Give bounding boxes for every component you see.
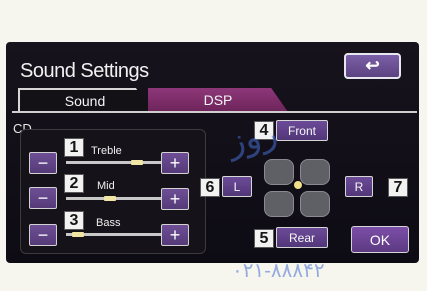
bass-plus-button[interactable]: +	[161, 224, 189, 246]
seat-rear-left	[264, 191, 294, 217]
treble-minus-button[interactable]: −	[29, 152, 57, 174]
rear-button[interactable]: Rear	[276, 227, 328, 248]
seat-rear-right	[300, 191, 330, 217]
bass-label: Bass	[96, 217, 121, 229]
ok-button[interactable]: OK	[351, 226, 409, 253]
mid-plus-button[interactable]: +	[161, 188, 189, 210]
treble-slider[interactable]	[66, 161, 162, 164]
mid-label: Mid	[97, 180, 115, 192]
seat-front-left	[264, 159, 294, 185]
treble-plus-button[interactable]: +	[161, 152, 189, 174]
mid-minus-button[interactable]: −	[29, 187, 57, 209]
tab-sound[interactable]: Sound	[18, 88, 152, 112]
left-button[interactable]: L	[222, 176, 252, 197]
right-button[interactable]: R	[345, 176, 373, 197]
tab-divider	[12, 111, 417, 113]
callout-5: 5	[254, 229, 274, 248]
tab-dsp[interactable]: DSP	[148, 88, 288, 112]
callout-2: 2	[64, 174, 84, 193]
bass-minus-button[interactable]: −	[29, 224, 57, 246]
callout-3: 3	[64, 211, 84, 230]
seat-front-right	[300, 159, 330, 185]
front-button[interactable]: Front	[276, 120, 328, 141]
watermark-phone: ۰۲۱-۸۸۸۴۲	[232, 260, 325, 282]
callout-1: 1	[64, 138, 84, 157]
balance-position-marker[interactable]	[294, 181, 302, 189]
callout-6: 6	[200, 178, 220, 197]
callout-7: 7	[388, 178, 408, 197]
mid-knob[interactable]	[104, 196, 116, 201]
treble-label: Treble	[91, 145, 122, 157]
bass-knob[interactable]	[72, 232, 84, 237]
back-arrow-icon: ↩	[365, 56, 380, 75]
page-title: Sound Settings	[20, 60, 149, 82]
treble-knob[interactable]	[131, 160, 143, 165]
back-button[interactable]: ↩	[344, 53, 401, 79]
